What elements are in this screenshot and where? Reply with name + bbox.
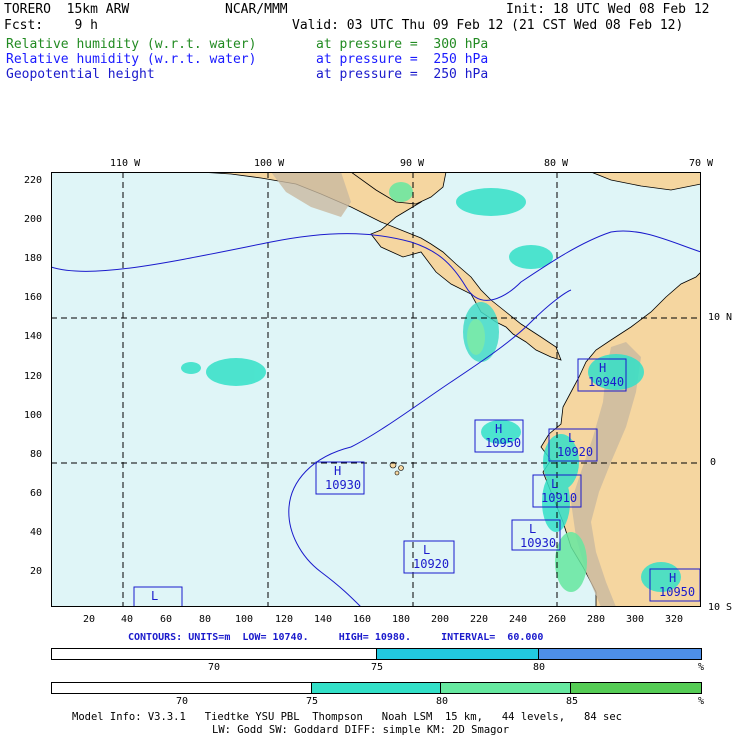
- lat-label-10s: 10 S: [708, 602, 733, 613]
- galapagos-island: [398, 465, 404, 471]
- svg-text:H: H: [334, 464, 341, 478]
- svg-text:10910: 10910: [541, 491, 577, 505]
- physics-info: LW: Godd SW: Goddard DIFF: simple KM: 2D…: [212, 724, 510, 736]
- x-tick: 200: [431, 614, 450, 625]
- x-tick: 220: [470, 614, 489, 625]
- colorbar-segment: [52, 649, 377, 659]
- org-label: NCAR/MMM: [225, 2, 288, 17]
- y-tick: 160: [24, 292, 43, 303]
- colorbar-segment: [52, 683, 312, 693]
- colorbar-250hpa: [51, 682, 702, 694]
- x-tick: 320: [665, 614, 684, 625]
- forecast-hour: Fcst: 9 h: [4, 18, 98, 33]
- colorbar2-label: %: [698, 696, 705, 707]
- svg-text:L: L: [551, 477, 558, 491]
- svg-text:10950: 10950: [659, 585, 695, 599]
- y-tick: 40: [30, 527, 43, 538]
- y-tick: 100: [24, 410, 43, 421]
- x-tick: 120: [275, 614, 294, 625]
- svg-text:10930: 10930: [325, 478, 361, 492]
- x-tick: 240: [509, 614, 528, 625]
- svg-text:L: L: [568, 431, 575, 445]
- field-3-level: at pressure = 250 hPa: [316, 67, 489, 82]
- svg-text:H: H: [599, 361, 606, 375]
- colorbar-segment: [571, 683, 701, 693]
- model-info: Model Info: V3.3.1 Tiedtke YSU PBL Thomp…: [72, 711, 622, 723]
- colorbar-segment: [441, 683, 572, 693]
- x-tick: 80: [199, 614, 212, 625]
- svg-text:10940: 10940: [588, 375, 624, 389]
- colorbar-300hpa: [51, 648, 702, 660]
- colorbar-segment: [376, 649, 539, 659]
- galapagos-island: [394, 470, 400, 476]
- lat-label-0: 0: [710, 457, 717, 468]
- field-2-name: Relative humidity (w.r.t. water): [6, 52, 257, 67]
- colorbar1-label: 80: [533, 662, 546, 673]
- y-tick: 180: [24, 253, 43, 264]
- x-tick: 160: [353, 614, 372, 625]
- colorbar1-label: %: [698, 662, 705, 673]
- colorbar2-label: 85: [566, 696, 579, 707]
- field-1-name: Relative humidity (w.r.t. water): [6, 37, 257, 52]
- y-tick: 120: [24, 371, 43, 382]
- svg-text:10920: 10920: [557, 445, 593, 459]
- colorbar-segment: [538, 649, 701, 659]
- svg-text:10930: 10930: [520, 536, 556, 550]
- svg-text:10920: 10920: [413, 557, 449, 571]
- x-tick: 260: [548, 614, 567, 625]
- weather-map: H 10940 H 10950 L 10920 H 10930 L 10910 …: [50, 171, 702, 608]
- x-tick: 280: [587, 614, 606, 625]
- model-name: TORERO 15km ARW: [4, 2, 130, 17]
- x-tick: 140: [314, 614, 333, 625]
- colorbar1-label: 70: [208, 662, 221, 673]
- colorbar2-label: 80: [436, 696, 449, 707]
- lon-label-110w: 110 W: [110, 158, 141, 169]
- y-tick: 200: [24, 214, 43, 225]
- lon-label-90w: 90 W: [400, 158, 425, 169]
- svg-text:L: L: [529, 522, 536, 536]
- lon-label-80w: 80 W: [544, 158, 569, 169]
- contour-info: CONTOURS: UNITS=m LOW= 10740. HIGH= 1098…: [128, 632, 544, 643]
- valid-time: Valid: 03 UTC Thu 09 Feb 12 (21 CST Wed …: [292, 18, 684, 33]
- colorbar1-label: 75: [371, 662, 384, 673]
- x-tick: 100: [235, 614, 254, 625]
- x-tick: 300: [626, 614, 645, 625]
- lon-label-70w: 70 W: [689, 158, 714, 169]
- y-tick: 20: [30, 566, 43, 577]
- svg-text:H: H: [495, 422, 502, 436]
- svg-text:L: L: [151, 589, 158, 603]
- svg-text:10950: 10950: [485, 436, 521, 450]
- y-tick: 60: [30, 488, 43, 499]
- lon-label-100w: 100 W: [254, 158, 285, 169]
- y-tick: 80: [30, 449, 43, 460]
- x-tick: 180: [392, 614, 411, 625]
- x-tick: 40: [121, 614, 134, 625]
- init-time: Init: 18 UTC Wed 08 Feb 12: [506, 2, 710, 17]
- y-tick: 140: [24, 331, 43, 342]
- field-1-level: at pressure = 300 hPa: [316, 37, 489, 52]
- colorbar-segment: [311, 683, 442, 693]
- field-3-name: Geopotential height: [6, 67, 155, 82]
- field-2-level: at pressure = 250 hPa: [316, 52, 489, 67]
- lat-label-10n: 10 N: [708, 312, 733, 323]
- x-tick: 60: [160, 614, 173, 625]
- svg-text:H: H: [669, 571, 676, 585]
- colorbar2-label: 70: [176, 696, 189, 707]
- x-tick: 20: [83, 614, 96, 625]
- svg-text:L: L: [423, 543, 430, 557]
- y-tick: 220: [24, 175, 43, 186]
- colorbar2-label: 75: [306, 696, 319, 707]
